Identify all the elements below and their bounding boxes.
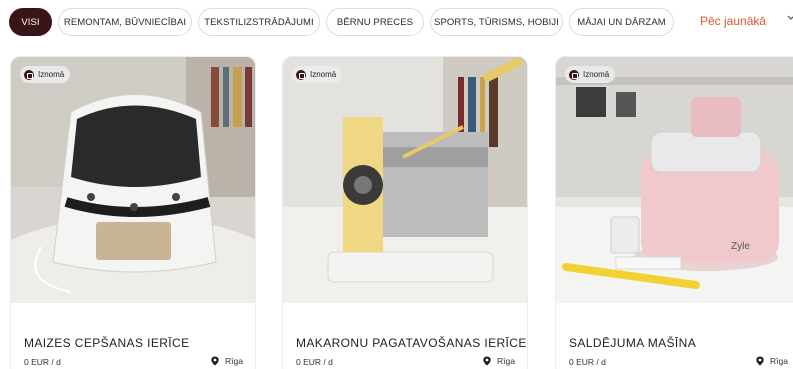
location-pin-icon [483,356,491,366]
chevron-down-icon[interactable] [787,12,793,24]
filter-chip-sports[interactable]: SPORTS, TŪRISMS, HOBIJI [430,8,563,36]
category-filter-bar: VISI REMONTAM, BŪVNIECĪBAI TEKSTILIZSTRĀ… [9,7,793,37]
rental-badge-label: Iznomā [583,70,610,79]
product-image-ice-cream-machine[interactable]: Zyle Iznomā [556,57,793,303]
rental-badge: Iznomā [565,66,616,83]
product-card[interactable]: Iznomā MAKARONU PAGATAVOŠANAS IERĪCE 0 E… [282,56,528,369]
filter-chip-bernu-preces[interactable]: BĒRNU PRECES [326,8,424,36]
product-price: 0 EUR / d [569,357,606,367]
location-pin-icon [756,356,764,366]
rental-badge: Iznomā [292,66,343,83]
product-location: Rīga [210,356,243,366]
product-image-bread-maker[interactable]: Iznomā [11,57,255,303]
product-location: Rīga [482,356,515,366]
shop-icon [296,69,306,80]
product-card[interactable]: Zyle Iznomā SALDĒJUMA MAŠĪNA 0 EUR / d R… [555,56,793,369]
location-pin-icon [211,356,219,366]
filter-chip-visi[interactable]: VISI [9,8,52,36]
location-label: Rīga [497,356,515,366]
filter-chip-remontam[interactable]: REMONTAM, BŪVNIECĪBAI [58,8,192,36]
location-label: Rīga [770,356,788,366]
product-title[interactable]: SALDĒJUMA MAŠĪNA [569,336,696,350]
svg-text:Zyle: Zyle [731,241,750,252]
rental-badge-label: Iznomā [310,70,337,79]
product-price: 0 EUR / d [24,357,61,367]
filter-chip-tekstilizstradajumi[interactable]: TEKSTILIZSTRĀDĀJUMI [198,8,320,36]
product-image-pasta-machine[interactable]: Iznomā [283,57,527,303]
filter-chip-majai-un-darzam[interactable]: MĀJAI UN DĀRZAM [569,8,674,36]
product-title[interactable]: MAIZES CEPŠANAS IERĪCE [24,336,190,350]
shop-icon [24,69,34,80]
rental-badge-label: Iznomā [38,70,65,79]
product-title[interactable]: MAKARONU PAGATAVOŠANAS IERĪCE [296,336,527,350]
shop-icon [569,69,579,80]
product-price: 0 EUR / d [296,357,333,367]
rental-badge: Iznomā [20,66,71,83]
product-location: Rīga [755,356,788,366]
location-label: Rīga [225,356,243,366]
product-card[interactable]: Iznomā MAIZES CEPŠANAS IERĪCE 0 EUR / d … [10,56,256,369]
sort-dropdown[interactable]: Pēc jaunākā [700,14,766,28]
